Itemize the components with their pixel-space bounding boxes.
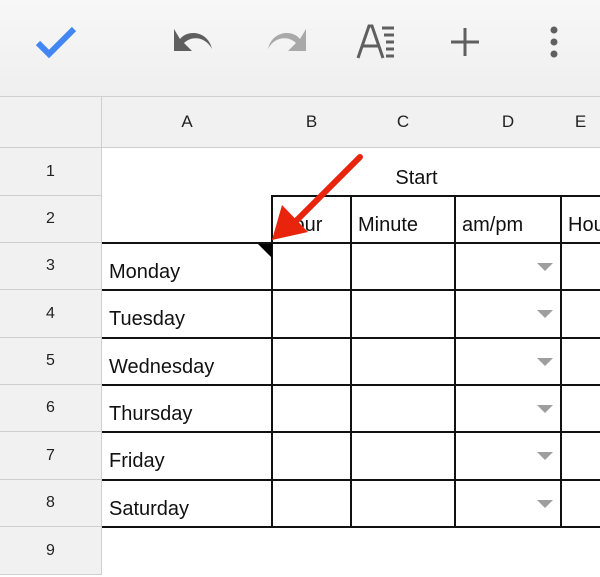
day-cell[interactable]: Tuesday bbox=[102, 290, 272, 337]
header-label: Hour bbox=[279, 214, 323, 236]
day-cell[interactable]: Thursday bbox=[102, 385, 272, 432]
cell-start-label[interactable]: Start bbox=[272, 148, 561, 196]
more-vert-icon[interactable] bbox=[530, 20, 578, 64]
dropdown-arrow-icon[interactable] bbox=[537, 358, 553, 366]
row-header-6[interactable]: 6 bbox=[0, 385, 102, 432]
dropdown-arrow-icon[interactable] bbox=[537, 452, 553, 460]
header-cell[interactable]: Minute bbox=[351, 196, 455, 243]
column-header-a[interactable]: A bbox=[102, 97, 273, 148]
column-header-e[interactable]: E bbox=[561, 97, 600, 148]
dropdown-arrow-icon[interactable] bbox=[537, 405, 553, 413]
header-cell[interactable]: Hour bbox=[561, 196, 600, 243]
grid-line bbox=[560, 195, 562, 528]
corner-cell[interactable] bbox=[0, 97, 102, 148]
undo-icon[interactable] bbox=[170, 20, 218, 64]
column-header-d[interactable]: D bbox=[455, 97, 562, 148]
day-cell[interactable]: Saturday bbox=[102, 480, 272, 527]
dropdown-arrow-icon[interactable] bbox=[537, 310, 553, 318]
day-label: Thursday bbox=[109, 403, 193, 425]
day-label: Saturday bbox=[109, 498, 190, 520]
row-header-5[interactable]: 5 bbox=[0, 338, 102, 385]
day-label: Monday bbox=[109, 261, 181, 283]
header-label: Minute bbox=[358, 214, 419, 236]
dropdown-arrow-icon[interactable] bbox=[537, 263, 553, 271]
redo-icon[interactable] bbox=[262, 20, 310, 64]
header-label: am/pm bbox=[462, 214, 524, 236]
grid-line bbox=[350, 195, 352, 528]
header-cell[interactable]: am/pm bbox=[455, 196, 561, 243]
dropdown-arrow-icon[interactable] bbox=[537, 500, 553, 508]
day-label: Wednesday bbox=[109, 356, 215, 378]
day-label: Friday bbox=[109, 450, 165, 472]
check-icon[interactable] bbox=[32, 20, 80, 64]
row-header-4[interactable]: 4 bbox=[0, 290, 102, 338]
day-label: Tuesday bbox=[109, 308, 185, 330]
text-format-icon[interactable] bbox=[354, 20, 402, 64]
start-label: Start bbox=[395, 167, 438, 189]
header-cell[interactable]: Hour bbox=[272, 196, 351, 243]
column-header-b[interactable]: B bbox=[272, 97, 352, 148]
plus-icon[interactable] bbox=[441, 20, 489, 64]
day-cell[interactable]: Monday bbox=[102, 243, 272, 290]
row-header-8[interactable]: 8 bbox=[0, 480, 102, 527]
grid-line bbox=[454, 195, 456, 528]
row-header-7[interactable]: 7 bbox=[0, 432, 102, 480]
grid-line bbox=[271, 195, 273, 528]
row-header-1[interactable]: 1 bbox=[0, 148, 102, 196]
day-cell[interactable]: Wednesday bbox=[102, 338, 272, 385]
header-label: Hour bbox=[568, 214, 600, 236]
row-header-9[interactable]: 9 bbox=[0, 527, 102, 575]
day-cell[interactable]: Friday bbox=[102, 432, 272, 479]
column-header-c[interactable]: C bbox=[351, 97, 456, 148]
row-header-3[interactable]: 3 bbox=[0, 243, 102, 290]
toolbar bbox=[0, 0, 600, 97]
row-header-2[interactable]: 2 bbox=[0, 196, 102, 243]
